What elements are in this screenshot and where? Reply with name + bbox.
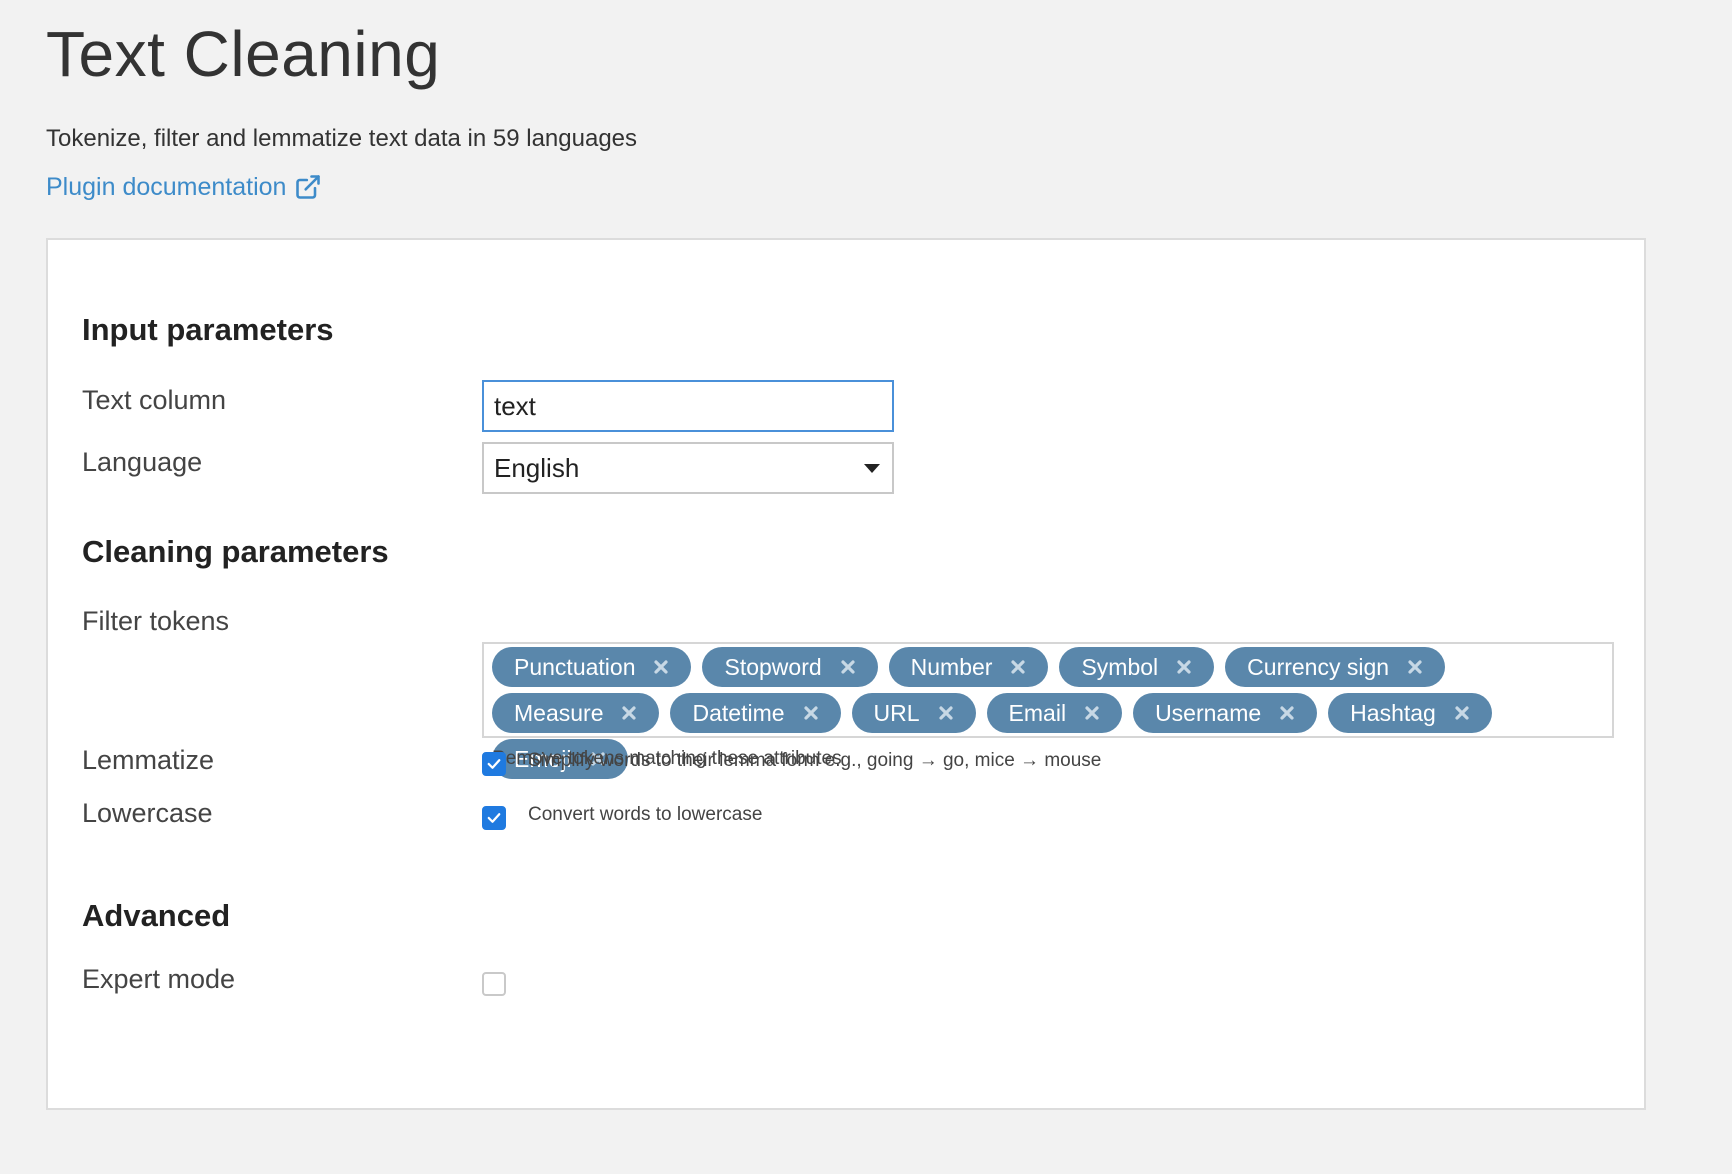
filter-token-tag-label: Username [1155,699,1262,726]
section-advanced: Advanced [82,898,231,933]
filter-token-tag: Stopword [702,647,878,687]
filter-token-tag-label: Punctuation [514,653,636,680]
close-icon[interactable] [1010,659,1026,675]
lowercase-description: Convert words to lowercase [528,804,763,825]
filter-token-tag: Username [1133,693,1318,733]
close-icon[interactable] [1407,659,1423,675]
text-column-input[interactable]: text [482,380,894,432]
filter-token-tag-label: Measure [514,699,604,726]
close-icon[interactable] [938,705,954,721]
close-icon[interactable] [1084,705,1100,721]
filter-token-tag-label: Symbol [1081,653,1159,680]
plugin-documentation-link[interactable]: Plugin documentation [46,172,322,202]
checkmark-icon [487,759,501,769]
filter-token-tag-label: Datetime [692,699,785,726]
checkmark-icon [487,813,501,823]
filter-token-tag: URL [851,693,976,733]
filter-tokens-label: Filter tokens [82,606,230,636]
caret-down-icon [864,464,880,473]
close-icon[interactable] [1176,659,1192,675]
lemmatize-checkbox[interactable] [482,752,506,776]
section-cleaning-parameters: Cleaning parameters [82,534,389,569]
filter-token-tag-label: URL [873,699,920,726]
close-icon[interactable] [653,659,669,675]
filter-token-tag: Symbol [1059,647,1215,687]
language-label: Language [82,447,203,477]
page-title: Text Cleaning [46,18,441,90]
expert-mode-checkbox[interactable] [482,972,506,996]
filter-token-tag: Datetime [670,693,841,733]
plugin-documentation-label: Plugin documentation [46,173,287,201]
filter-token-tag: Punctuation [492,647,692,687]
expert-mode-label: Expert mode [82,964,236,994]
close-icon[interactable] [840,659,856,675]
page-subtitle: Tokenize, filter and lemmatize text data… [46,125,638,152]
section-input-parameters: Input parameters [82,312,334,347]
filter-token-tag-label: Number [910,653,993,680]
lemmatize-description: Simplify words to their lemma form e.g.,… [528,750,1102,771]
close-icon[interactable] [1454,705,1470,721]
close-icon[interactable] [803,705,819,721]
settings-card: Input parameters Text column text Langua… [46,238,1646,1110]
filter-token-tag-label: Currency sign [1247,653,1390,680]
page: Text Cleaning Tokenize, filter and lemma… [0,0,1732,202]
lowercase-label: Lowercase [82,798,213,828]
filter-token-tag: Hashtag [1328,693,1492,733]
filter-tokens-multiselect[interactable]: Punctuation Stopword Number Symbol Currency … [482,642,1614,779]
language-select[interactable]: English [482,442,894,494]
close-icon[interactable] [621,705,637,721]
text-column-label: Text column [82,385,227,415]
lemmatize-label: Lemmatize [82,745,215,775]
text-column-value: text [494,390,536,421]
filter-token-tag-label: Email [1008,699,1067,726]
filter-token-tag-label: Hashtag [1350,699,1436,726]
lowercase-checkbox[interactable] [482,806,506,830]
close-icon[interactable] [1279,705,1295,721]
filter-token-tag: Number [888,647,1049,687]
language-value: English [494,452,580,483]
filter-token-tag: Currency sign [1225,647,1446,687]
filter-token-tag-label: Stopword [724,653,822,680]
filter-token-tag: Measure [492,693,660,733]
filter-token-tag: Email [986,693,1123,733]
external-link-icon [296,175,321,199]
